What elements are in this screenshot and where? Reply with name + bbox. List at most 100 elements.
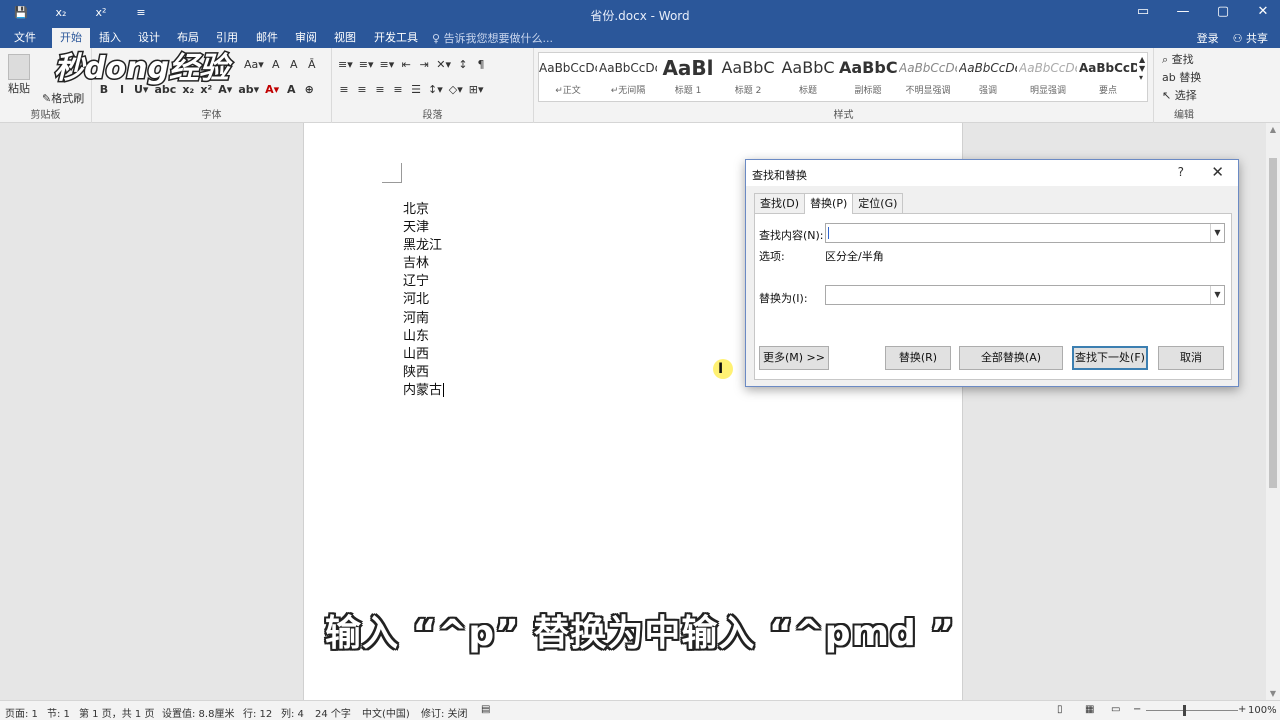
style-heading-1[interactable]: AaBl 标题 1: [659, 53, 717, 101]
text-line: 北京: [403, 202, 430, 217]
style-emphasis[interactable]: AaBbCcDe 强调: [959, 53, 1017, 101]
styles-scroll-icon[interactable]: ▲ ▼ ▾: [1139, 55, 1145, 82]
style-title[interactable]: AaBbC 标题: [779, 53, 837, 101]
help-icon[interactable]: ?: [1178, 165, 1184, 179]
login-link[interactable]: 登录: [1197, 30, 1219, 46]
scroll-thumb[interactable]: [1269, 158, 1277, 488]
numbering-icon[interactable]: ≡▾: [359, 58, 374, 71]
line-spacing-icon[interactable]: ↕▾: [428, 83, 443, 96]
zoom-slider-thumb[interactable]: [1183, 705, 1186, 716]
select-button[interactable]: ↖ 选择: [1162, 87, 1197, 103]
style-subtitle[interactable]: AaBbC 副标题: [839, 53, 897, 101]
status-word-count[interactable]: 24 个字: [315, 705, 351, 720]
cancel-button[interactable]: 取消: [1158, 346, 1224, 370]
dialog-close-icon[interactable]: ✕: [1211, 163, 1224, 181]
paste-button[interactable]: 粘贴: [8, 80, 30, 96]
status-page-count[interactable]: 第 1 页，共 1 页: [79, 705, 154, 720]
scroll-up-icon[interactable]: ▲: [1266, 125, 1280, 134]
status-position[interactable]: 设置值: 8.8厘米: [162, 705, 234, 720]
macro-record-icon[interactable]: ▤: [481, 704, 490, 715]
text-line: 陕西: [403, 364, 430, 380]
find-next-button[interactable]: 查找下一处(F): [1072, 346, 1148, 370]
scroll-down-icon[interactable]: ▼: [1266, 689, 1280, 698]
align-left-icon[interactable]: ≡: [338, 83, 350, 96]
bullets-icon[interactable]: ≡▾: [338, 58, 353, 71]
asian-layout-icon[interactable]: ✕▾: [436, 58, 451, 71]
close-button[interactable]: ✕: [1254, 4, 1272, 19]
sort-icon[interactable]: ↕: [457, 58, 469, 71]
status-bar: 页面: 1 节: 1 第 1 页，共 1 页 设置值: 8.8厘米 行: 12 …: [0, 700, 1280, 720]
distributed-icon[interactable]: ☰: [410, 83, 422, 96]
style-no-spacing[interactable]: AaBbCcDc ↵无间隔: [599, 53, 657, 101]
tab-developer[interactable]: 开发工具: [366, 28, 426, 48]
zoom-out-icon[interactable]: −: [1133, 704, 1141, 715]
status-language[interactable]: 中文(中国): [362, 705, 410, 720]
replace-with-input[interactable]: ▼: [825, 285, 1225, 305]
tab-mailings[interactable]: 邮件: [248, 28, 286, 48]
phonetic-guide-icon[interactable]: A: [288, 58, 300, 71]
style-strong[interactable]: AaBbCcD 要点: [1079, 53, 1137, 101]
tab-file[interactable]: 文件: [6, 28, 44, 48]
find-button[interactable]: ⌕ 查找: [1162, 51, 1194, 67]
increase-indent-icon[interactable]: ⇥: [418, 58, 430, 71]
share-button[interactable]: ⚇ 共享: [1233, 30, 1268, 46]
style-subtle-emphasis[interactable]: AaBbCcDe 不明显强调: [899, 53, 957, 101]
justify-icon[interactable]: ≡: [392, 83, 404, 96]
minimize-button[interactable]: —: [1174, 4, 1192, 19]
more-button[interactable]: 更多(M) >>: [759, 346, 829, 370]
status-track-changes[interactable]: 修订: 关闭: [421, 705, 468, 720]
format-painter-label: 格式刷: [51, 92, 85, 105]
replace-all-button[interactable]: 全部替换(A): [959, 346, 1063, 370]
tab-replace[interactable]: 替换(P): [804, 193, 854, 214]
align-right-icon[interactable]: ≡: [374, 83, 386, 96]
title-bar: 💾 x₂ x² ≡ 省份.docx - Word ▭ — ▢ ✕: [0, 0, 1280, 28]
document-body[interactable]: 北京 天津 黑龙江 吉林 辽宁 河北 河南 山东 山西 陕西 内蒙古: [403, 201, 445, 400]
read-mode-icon[interactable]: ▯: [1057, 704, 1063, 715]
highlight-icon[interactable]: ab▾: [238, 83, 259, 96]
format-painter-button[interactable]: ✎格式刷: [42, 90, 84, 106]
dialog-title: 查找和替换: [752, 169, 807, 182]
tab-goto[interactable]: 定位(G): [852, 193, 904, 213]
shading-icon[interactable]: ◇▾: [449, 83, 463, 96]
align-center-icon[interactable]: ≡: [356, 83, 368, 96]
char-border-icon[interactable]: Ā: [306, 58, 318, 71]
status-line[interactable]: 行: 12: [243, 705, 272, 720]
paste-icon[interactable]: [8, 54, 30, 80]
show-marks-icon[interactable]: ¶: [475, 58, 487, 71]
chevron-down-icon[interactable]: ▼: [1210, 286, 1224, 304]
styles-gallery: AaBbCcDc ↵正文 AaBbCcDc ↵无间隔 AaBl 标题 1 AaBbC 标…: [538, 52, 1148, 102]
replace-button[interactable]: 替换(R): [885, 346, 951, 370]
tab-find[interactable]: 查找(D): [754, 193, 806, 213]
status-column[interactable]: 列: 4: [281, 705, 304, 720]
borders-icon[interactable]: ⊞▾: [469, 83, 484, 96]
decrease-indent-icon[interactable]: ⇤: [400, 58, 412, 71]
tell-me-search[interactable]: ♀ 告诉我您想要做什么...: [432, 30, 553, 46]
font-color-icon[interactable]: A▾: [265, 83, 279, 96]
style-name: 标题 1: [674, 86, 702, 96]
clear-format-icon[interactable]: A: [270, 58, 282, 71]
style-normal[interactable]: AaBbCcDc ↵正文: [539, 53, 597, 101]
zoom-in-icon[interactable]: +: [1238, 704, 1246, 715]
maximize-button[interactable]: ▢: [1214, 4, 1232, 19]
replace-button[interactable]: ab 替换: [1162, 69, 1201, 85]
char-shading-icon[interactable]: A: [285, 83, 297, 96]
style-heading-2[interactable]: AaBbC 标题 2: [719, 53, 777, 101]
style-preview: AaBbC: [721, 58, 775, 77]
enclose-chars-icon[interactable]: ⊕: [303, 83, 315, 96]
style-intense-emphasis[interactable]: AaBbCcDe 明显强调: [1019, 53, 1077, 101]
dialog-title-bar[interactable]: 查找和替换 ? ✕: [746, 160, 1238, 186]
zoom-level[interactable]: 100%: [1248, 705, 1277, 716]
chevron-down-icon[interactable]: ▼: [1210, 224, 1224, 242]
status-page[interactable]: 页面: 1: [5, 705, 38, 720]
print-layout-icon[interactable]: ▦: [1085, 704, 1094, 715]
status-section[interactable]: 节: 1: [47, 705, 70, 720]
web-layout-icon[interactable]: ▭: [1111, 704, 1120, 715]
tab-review[interactable]: 审阅: [287, 28, 325, 48]
ribbon-display-icon[interactable]: ▭: [1134, 4, 1152, 19]
multilevel-list-icon[interactable]: ≡▾: [380, 58, 395, 71]
change-case-icon[interactable]: Aa▾: [244, 58, 264, 71]
tab-view[interactable]: 视图: [326, 28, 364, 48]
find-what-input[interactable]: ▼: [825, 223, 1225, 243]
zoom-slider[interactable]: [1146, 710, 1238, 711]
find-what-label: 查找内容(N):: [759, 229, 824, 242]
